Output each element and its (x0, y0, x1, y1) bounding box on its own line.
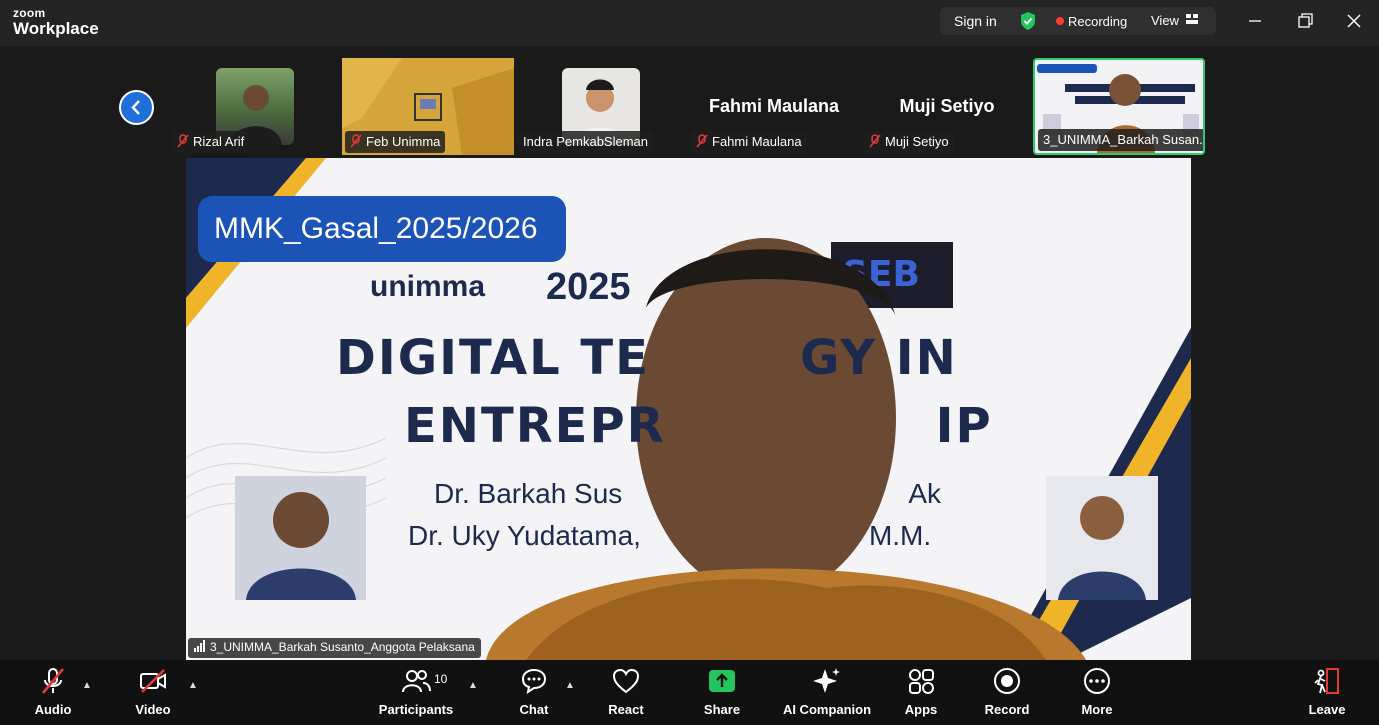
minimize-icon[interactable] (1245, 11, 1265, 31)
slide-course-text: MMK_Gasal_2025/2026 (214, 212, 538, 245)
audio-label: Audio (34, 702, 72, 717)
speaker-name: 3_UNIMMA_Barkah Susanto_Anggota Pelaksan… (210, 640, 475, 654)
signal-bars-icon (194, 640, 206, 655)
participant-gallery: Rizal Arif Feb Unimma Indra PemkabSleman (0, 46, 1379, 158)
mic-off-icon (350, 134, 362, 151)
apps-button[interactable]: Apps (901, 666, 941, 721)
participants-count: 10 (434, 672, 448, 686)
chat-label: Chat (519, 702, 549, 717)
logo-zoom: zoom (13, 6, 46, 20)
slide-title-line1: DIGITAL TE GY IN (336, 330, 958, 386)
share-screen-icon (709, 670, 735, 692)
active-speaker-video: SEB MMK_Gasal_2025/2026 unimma 2025 DIGI… (186, 158, 1191, 660)
app-logo: zoom Workplace (13, 7, 99, 37)
more-button[interactable]: More (1076, 666, 1118, 721)
grid-view-icon[interactable] (1185, 12, 1199, 31)
close-icon[interactable] (1344, 11, 1364, 31)
participant-tile-barkah-active[interactable]: 3_UNIMMA_Barkah Susan... (1033, 58, 1205, 155)
record-label: Record (984, 702, 1030, 717)
record-icon (994, 668, 1020, 694)
video-options-caret-icon[interactable]: ▲ (188, 680, 198, 691)
mic-off-icon (696, 134, 708, 151)
speaker-name-tag: 3_UNIMMA_Barkah Susanto_Anggota Pelaksan… (188, 638, 481, 658)
slide-title-line2: ENTREPR IP (404, 398, 993, 454)
participants-icon (402, 670, 431, 693)
mic-off-icon (42, 668, 64, 694)
apps-icon (909, 669, 934, 694)
participant-tile-feb-unimma[interactable]: Feb Unimma (342, 58, 514, 155)
restore-icon[interactable] (1295, 11, 1315, 31)
share-label: Share (703, 702, 741, 717)
chevron-left-icon (131, 100, 140, 115)
leave-door-icon (1314, 668, 1339, 694)
participant-name-tag: Muji Setiyo (864, 131, 954, 153)
recording-label[interactable]: Recording (1068, 14, 1127, 29)
sign-in-button[interactable]: Sign in (954, 13, 997, 29)
participant-tile-rizal[interactable]: Rizal Arif (169, 58, 341, 155)
participant-name-tag: Rizal Arif (172, 131, 250, 153)
participant-name: 3_UNIMMA_Barkah Susan... (1043, 132, 1205, 147)
sparkle-icon (813, 668, 840, 693)
participant-display-name: Fahmi Maulana (708, 96, 840, 116)
participant-name-tag: Fahmi Maulana (691, 131, 807, 153)
slide-course-label: MMK_Gasal_2025/2026 (198, 196, 566, 262)
participant-name: Rizal Arif (193, 134, 245, 149)
participant-name-tag: 3_UNIMMA_Barkah Susan... (1038, 129, 1205, 151)
react-button[interactable]: React (604, 666, 648, 721)
video-off-icon (140, 669, 166, 693)
shield-check-icon[interactable] (1019, 11, 1037, 36)
title-bar: zoom Workplace Sign in Recording View (0, 0, 1379, 46)
chat-button[interactable]: Chat (514, 666, 554, 721)
ai-companion-button[interactable]: AI Companion (782, 666, 872, 721)
participant-name-tag: Indra PemkabSleman (518, 131, 654, 153)
slide-year: 2025 (546, 266, 631, 308)
apps-label: Apps (904, 702, 938, 717)
share-button[interactable]: Share (700, 666, 744, 721)
logo-workplace: Workplace (13, 19, 99, 38)
audio-options-caret-icon[interactable]: ▲ (82, 680, 92, 691)
leave-button[interactable]: Leave (1306, 666, 1348, 721)
zoom-meeting-window: zoom Workplace Sign in Recording View Ri… (0, 0, 1379, 725)
view-button[interactable]: View (1151, 13, 1179, 28)
record-button[interactable]: Record (984, 666, 1030, 721)
participants-label: Participants (378, 702, 454, 717)
slide-logo-text: unimma (370, 270, 486, 303)
recording-dot-icon (1056, 17, 1064, 25)
mic-off-icon (869, 134, 881, 151)
more-dots-icon (1084, 668, 1110, 694)
mic-off-icon (177, 134, 189, 151)
video-label: Video (135, 702, 171, 717)
audio-button[interactable]: Audio (28, 666, 78, 721)
ai-companion-label: AI Companion (782, 702, 872, 717)
slide-author1: Dr. Barkah Sus Ak (434, 478, 941, 509)
participant-name: Fahmi Maulana (712, 134, 802, 149)
gallery-prev-button[interactable] (119, 90, 154, 125)
video-button[interactable]: Video (128, 666, 178, 721)
heart-icon (612, 668, 640, 694)
react-label: React (608, 702, 644, 717)
meeting-toolbar: Audio ▲ Video ▲ 10 Participants ▲ Chat ▲… (0, 660, 1379, 725)
participant-display-name: Muji Setiyo (899, 96, 995, 116)
chat-options-caret-icon[interactable]: ▲ (565, 680, 575, 691)
participant-name: Feb Unimma (366, 134, 441, 149)
chat-bubble-icon (521, 668, 547, 695)
meeting-status-pill: Sign in Recording View (940, 7, 1216, 35)
more-label: More (1081, 702, 1113, 717)
participant-tile-muji[interactable]: Muji Setiyo Muji Setiyo (861, 58, 1033, 155)
participant-name-tag: Feb Unimma (345, 131, 446, 153)
leave-label: Leave (1308, 702, 1346, 717)
participants-options-caret-icon[interactable]: ▲ (468, 680, 478, 691)
participant-tile-indra[interactable]: Indra PemkabSleman (515, 58, 687, 155)
participants-button[interactable]: 10 Participants (378, 666, 454, 721)
slide-author2: Dr. Uky Yudatama, M.M. (408, 520, 932, 551)
participant-name: Muji Setiyo (885, 134, 949, 149)
participant-name: Indra PemkabSleman (523, 134, 649, 149)
participant-tile-fahmi[interactable]: Fahmi Maulana Fahmi Maulana (688, 58, 860, 155)
